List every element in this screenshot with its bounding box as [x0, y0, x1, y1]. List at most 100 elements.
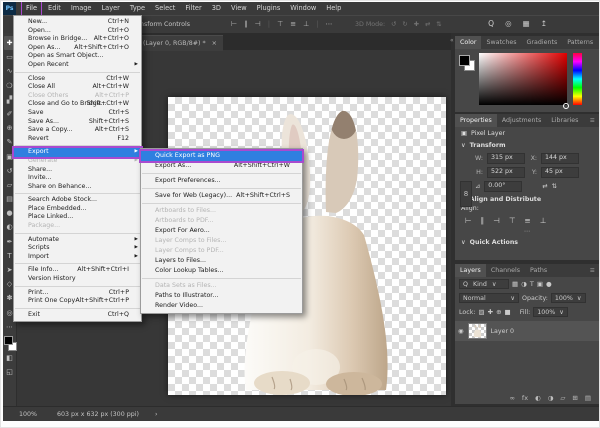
lock-transparent-icon[interactable]: ▨ [478, 308, 484, 316]
menu-item-version-history[interactable]: Version History [14, 275, 141, 284]
flip-horizontal-icon[interactable]: ⇄ [542, 183, 547, 190]
align-left-icon[interactable]: ⊢ [465, 216, 472, 225]
layer-name[interactable]: Layer 0 [491, 328, 515, 335]
menu-edit[interactable]: Edit [43, 2, 66, 15]
tab-libraries[interactable]: Libraries [546, 114, 583, 127]
menu-item-open[interactable]: Open...Ctrl+O [14, 27, 141, 36]
panel-menu-icon[interactable]: ≡ [586, 264, 599, 277]
color-swatches[interactable] [4, 336, 16, 351]
tab-swatches[interactable]: Swatches [481, 36, 521, 49]
menu-plugins[interactable]: Plugins [252, 2, 286, 15]
menu-3d[interactable]: 3D [207, 2, 226, 15]
align-bottom-icon[interactable]: ⊥ [303, 20, 309, 28]
menu-item-invite[interactable]: Invite... [14, 174, 141, 183]
menu-item-open-recent[interactable]: Open Recent▶ [14, 61, 141, 70]
menu-item-close-and-go-to-bridge[interactable]: Close and Go to Bridge...Shift+Ctrl+W [14, 100, 141, 109]
menu-item-file-info[interactable]: File Info...Alt+Shift+Ctrl+I [14, 266, 141, 275]
filter-pixel-icon[interactable]: ▦ [512, 280, 518, 288]
menu-file[interactable]: File [21, 2, 42, 16]
tab-paths[interactable]: Paths [525, 264, 552, 277]
tab-channels[interactable]: Channels [486, 264, 525, 277]
menu-view[interactable]: View [226, 2, 252, 15]
submenu-item-color-lookup-tables[interactable]: Color Lookup Tables... [141, 266, 302, 276]
menu-item-print-one-copy[interactable]: Print One CopyAlt+Shift+Ctrl+P [14, 297, 141, 306]
panel-menu-icon[interactable]: ≡ [598, 36, 599, 49]
menu-item-place-linked[interactable]: Place Linked... [14, 213, 141, 222]
menu-layer[interactable]: Layer [96, 2, 124, 15]
delete-layer-icon[interactable]: ▤ [585, 394, 591, 402]
lock-pixels-icon[interactable]: ✚ [488, 308, 493, 316]
submenu-item-export-as[interactable]: Export As...Alt+Shift+Ctrl+W [141, 161, 302, 171]
menu-item-search-adobe-stock[interactable]: Search Adobe Stock... [14, 196, 141, 205]
filter-adjustment-icon[interactable]: ◑ [521, 280, 527, 288]
foreground-color-swatch[interactable] [459, 55, 470, 66]
chevron-down-icon[interactable]: ∨ [461, 239, 466, 246]
chevron-down-icon[interactable]: ∨ [461, 142, 466, 149]
more-options-icon[interactable]: ⋯ [326, 20, 333, 28]
workspace-icon[interactable]: ▦ [523, 19, 530, 28]
menu-item-share-on-behance[interactable]: Share on Behance... [14, 183, 141, 192]
submenu-item-export-preferences[interactable]: Export Preferences... [141, 176, 302, 186]
link-dimensions-icon[interactable]: 8 [460, 181, 472, 207]
menu-item-automate[interactable]: Automate▶ [14, 236, 141, 245]
menu-item-share[interactable]: Share... [14, 166, 141, 175]
lock-all-icon[interactable]: ■ [505, 308, 511, 316]
adjustment-layer-icon[interactable]: ◑ [548, 394, 554, 402]
menu-item-open-as-smart-object[interactable]: Open as Smart Object... [14, 52, 141, 61]
hue-slider[interactable] [573, 53, 582, 105]
align-left-icon[interactable]: ⊢ [231, 20, 237, 28]
menu-item-new[interactable]: New...Ctrl+N [14, 18, 141, 27]
submenu-item-layers-to-files[interactable]: Layers to Files... [141, 256, 302, 266]
submenu-item-export-for-aero[interactable]: Export For Aero... [141, 226, 302, 236]
more-properties-icon[interactable]: ⋯ [455, 227, 599, 236]
submenu-item-paths-to-illustrator[interactable]: Paths to Illustrator... [141, 291, 302, 301]
menu-select[interactable]: Select [150, 2, 180, 15]
menu-image[interactable]: Image [66, 2, 97, 15]
tab-color[interactable]: Color [455, 36, 481, 49]
filter-kind-dropdown[interactable]: Q Kind ∨ [459, 279, 509, 289]
fill-dropdown[interactable]: 100% ∨ [533, 307, 568, 317]
saturation-picker[interactable] [479, 53, 567, 105]
new-layer-icon[interactable]: ⊞ [572, 394, 577, 402]
menu-item-scripts[interactable]: Scripts▶ [14, 244, 141, 253]
align-right-icon[interactable]: ⊣ [493, 216, 500, 225]
search-icon[interactable]: Q [488, 19, 494, 28]
y-field[interactable]: 45 px [541, 167, 579, 178]
visibility-eye-icon[interactable]: ◉ [458, 328, 464, 335]
menu-window[interactable]: Window [285, 2, 321, 15]
menu-item-browse-in-bridge[interactable]: Browse in Bridge...Alt+Ctrl+O [14, 35, 141, 44]
menu-type[interactable]: Type [125, 2, 150, 15]
layer-row[interactable]: ◉ Layer 0 [455, 321, 599, 341]
filter-type-icon[interactable]: T [530, 280, 534, 288]
quick-mask-icon[interactable]: ◧ [4, 351, 16, 365]
menu-item-open-as[interactable]: Open As...Alt+Shift+Ctrl+O [14, 44, 141, 53]
submenu-item-quick-export-as-png[interactable]: Quick Export as PNG [141, 151, 302, 161]
flip-vertical-icon[interactable]: ⇅ [552, 183, 557, 190]
menu-item-place-embedded[interactable]: Place Embedded... [14, 205, 141, 214]
tab-gradients[interactable]: Gradients [522, 36, 563, 49]
menu-item-print[interactable]: Print...Ctrl+P [14, 289, 141, 298]
menu-item-close[interactable]: CloseCtrl+W [14, 75, 141, 84]
layer-effects-icon[interactable]: fx [522, 394, 528, 402]
menu-item-exit[interactable]: ExitCtrl+Q [14, 311, 141, 320]
align-right-icon[interactable]: ⊣ [255, 20, 261, 28]
menu-help[interactable]: Help [321, 2, 346, 15]
align-top-icon[interactable]: ⊤ [277, 20, 283, 28]
zoom-search-icon[interactable]: ◎ [505, 19, 512, 28]
collapse-panels-icon[interactable]: « [450, 37, 454, 44]
document-tab[interactable]: (Layer 0, RGB/8#) * × [137, 35, 223, 51]
new-group-icon[interactable]: ▱ [560, 394, 565, 402]
tab-properties[interactable]: Properties [455, 114, 497, 127]
screen-mode-icon[interactable]: ◱ [4, 365, 16, 379]
panel-menu-icon[interactable]: ≡ [586, 114, 599, 127]
align-center-v-icon[interactable]: ≡ [524, 216, 530, 225]
align-top-icon[interactable]: ⊤ [509, 216, 516, 225]
align-center-v-icon[interactable]: ≡ [290, 20, 296, 28]
width-field[interactable]: 315 px [487, 153, 525, 164]
align-center-h-icon[interactable]: ∥ [481, 216, 485, 225]
menu-item-close-all[interactable]: Close AllAlt+Ctrl+W [14, 83, 141, 92]
lock-position-icon[interactable]: ⊕ [496, 308, 501, 316]
menu-filter[interactable]: Filter [180, 2, 206, 15]
tab-adjustments[interactable]: Adjustments [497, 114, 546, 127]
tab-patterns[interactable]: Patterns [562, 36, 598, 49]
